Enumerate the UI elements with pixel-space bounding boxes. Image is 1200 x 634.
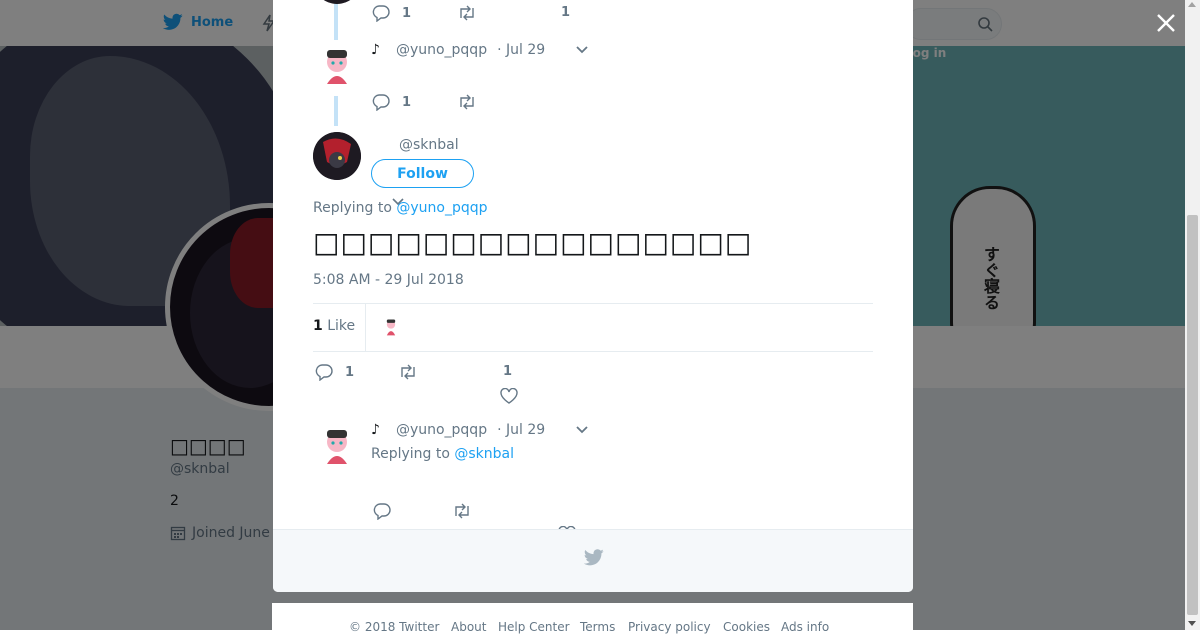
reply-count: 1 bbox=[345, 364, 355, 380]
thread-line bbox=[334, 4, 338, 40]
footer-terms[interactable]: Terms bbox=[580, 620, 615, 634]
liker-avatar[interactable] bbox=[381, 317, 401, 337]
likes-stat[interactable]: 1 Like bbox=[313, 318, 355, 334]
avatar[interactable] bbox=[313, 424, 361, 472]
reply-icon bbox=[372, 5, 390, 22]
heart-icon[interactable] bbox=[500, 388, 518, 404]
tweet-author-handle[interactable]: @yuno_pqqp bbox=[396, 422, 487, 438]
footer-about[interactable]: About bbox=[451, 620, 486, 634]
main-tweet-text: □□□□□□□□□□□□□□□□ bbox=[313, 226, 753, 259]
replying-to: Replying to @sknbal bbox=[371, 446, 514, 462]
footer-help[interactable]: Help Center bbox=[498, 620, 570, 634]
scroll-up-arrow[interactable] bbox=[1188, 2, 1196, 7]
like-button[interactable]: 1 bbox=[561, 5, 570, 20]
reply-button[interactable]: 1 bbox=[315, 363, 354, 381]
chevron-down-icon[interactable] bbox=[575, 45, 589, 55]
reply-button[interactable]: 1 bbox=[372, 4, 411, 22]
likes-count: 1 bbox=[313, 318, 323, 334]
like-count: 1 bbox=[503, 364, 513, 379]
site-footer: © 2018 Twitter About Help Center Terms P… bbox=[272, 603, 913, 634]
tweet-date[interactable]: · Jul 29 bbox=[497, 42, 545, 58]
main-tweet-handle[interactable]: @sknbal bbox=[399, 137, 459, 153]
retweet-icon[interactable] bbox=[457, 4, 477, 22]
main-tweet-avatar[interactable] bbox=[313, 132, 361, 180]
reply-count: 1 bbox=[402, 94, 412, 110]
reply-count: 1 bbox=[402, 5, 412, 21]
tweet-author-name[interactable]: ♪ bbox=[371, 42, 380, 58]
retweet-icon[interactable] bbox=[457, 93, 477, 111]
replying-to: Replying to @yuno_pqqp bbox=[313, 200, 488, 216]
footer-copyright: © 2018 Twitter bbox=[349, 620, 440, 634]
chevron-down-icon[interactable] bbox=[575, 425, 589, 435]
replying-to-handle[interactable]: @yuno_pqqp bbox=[396, 200, 487, 216]
footer-ads[interactable]: Ads info bbox=[781, 620, 829, 634]
main-tweet-timestamp[interactable]: 5:08 AM - 29 Jul 2018 bbox=[313, 272, 464, 288]
footer-cookies[interactable]: Cookies bbox=[723, 620, 770, 634]
tweet-author-name[interactable]: ♪ bbox=[371, 422, 380, 438]
close-icon[interactable] bbox=[1155, 12, 1177, 34]
tweet-date[interactable]: · Jul 29 bbox=[497, 422, 545, 438]
main-tweet-actions: 1 bbox=[315, 363, 418, 381]
scrollbar-thumb[interactable] bbox=[1187, 215, 1198, 615]
scroll-down-arrow[interactable] bbox=[1188, 621, 1196, 626]
likes-label: Like bbox=[327, 318, 356, 334]
reply-button[interactable]: 1 bbox=[372, 93, 411, 111]
reply-icon bbox=[372, 94, 390, 111]
replying-to-label: Replying to bbox=[313, 200, 392, 216]
scrollbar[interactable] bbox=[1185, 0, 1200, 630]
footer-privacy[interactable]: Privacy policy bbox=[628, 620, 711, 634]
tweet-header: ♪ @yuno_pqqp · Jul 29 bbox=[371, 42, 589, 58]
tweet-author-handle[interactable]: @yuno_pqqp bbox=[396, 42, 487, 58]
retweet-icon[interactable] bbox=[452, 502, 472, 520]
avatar[interactable] bbox=[313, 44, 361, 92]
replying-to-label: Replying to bbox=[371, 446, 450, 462]
twitter-bird-icon bbox=[584, 549, 604, 566]
reply-icon[interactable] bbox=[373, 502, 391, 520]
retweet-icon[interactable] bbox=[398, 363, 418, 381]
follow-button[interactable]: Follow bbox=[371, 159, 474, 188]
thread-line bbox=[334, 96, 338, 126]
replying-to-handle[interactable]: @sknbal bbox=[454, 446, 514, 462]
modal-footer bbox=[273, 529, 913, 592]
tweet-modal: 1 1 ♪ @yuno_pqqp · Jul 29 1 @sknbal Foll… bbox=[273, 0, 913, 592]
likes-bar: 1 Like bbox=[313, 303, 873, 352]
tweet-header: ♪ @yuno_pqqp · Jul 29 bbox=[371, 422, 589, 438]
like-count: 1 bbox=[561, 5, 571, 20]
reply-icon bbox=[315, 364, 333, 381]
tweet-actions: 1 bbox=[372, 4, 477, 22]
tweet-actions: 1 bbox=[372, 93, 477, 111]
